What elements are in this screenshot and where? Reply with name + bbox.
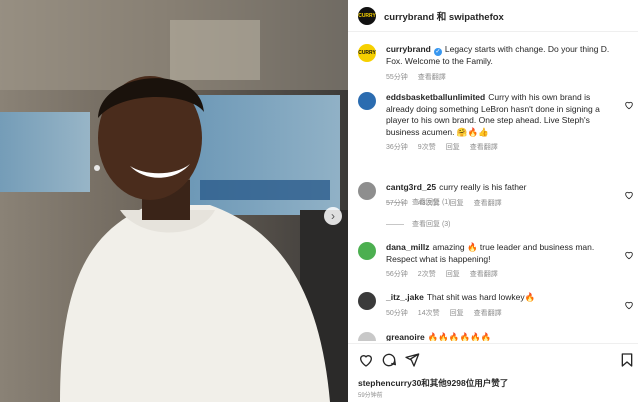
bookmark-icon[interactable] bbox=[619, 352, 635, 368]
reply-button[interactable]: 回复 bbox=[446, 271, 460, 278]
reply-button[interactable]: 回复 bbox=[450, 310, 464, 317]
comment-time: 50分钟 bbox=[386, 309, 408, 317]
translate-link[interactable]: 查看翻譯 bbox=[474, 200, 502, 207]
avatar[interactable]: CURRY bbox=[358, 44, 376, 62]
reply-divider bbox=[386, 223, 404, 225]
avatar[interactable] bbox=[358, 292, 376, 310]
photo-illustration bbox=[0, 0, 348, 402]
chevron-right-icon: › bbox=[331, 209, 335, 223]
comment-time: 56分钟 bbox=[386, 271, 408, 278]
heart-icon[interactable] bbox=[624, 300, 634, 310]
translate-link[interactable]: 查看翻譯 bbox=[470, 271, 498, 278]
next-photo-button[interactable]: › bbox=[324, 207, 342, 225]
comment-username[interactable]: currybrand bbox=[386, 44, 431, 54]
comment-time: 36分钟 bbox=[386, 144, 408, 151]
comment-likes[interactable]: 14次赞 bbox=[418, 310, 440, 317]
comment-username[interactable]: _itz_.jake bbox=[386, 292, 424, 302]
reply-button[interactable]: 回复 bbox=[446, 144, 460, 151]
comment-likes[interactable]: 43次赞 bbox=[418, 200, 440, 207]
translate-link[interactable]: 查看翻譯 bbox=[470, 144, 498, 151]
reply-button[interactable]: 回复 bbox=[450, 200, 464, 207]
heart-icon[interactable] bbox=[624, 190, 634, 200]
post-panel: CURRY currybrand 和 swipathefox CURRY cur… bbox=[348, 0, 638, 402]
avatar[interactable] bbox=[358, 92, 376, 110]
comment-icon[interactable] bbox=[381, 352, 397, 368]
comment-username[interactable]: eddsbasketballunlimited bbox=[386, 92, 485, 102]
heart-icon[interactable] bbox=[624, 100, 634, 110]
verified-badge-icon: ✓ bbox=[433, 48, 442, 56]
comment-text: 🔥🔥🔥🔥🔥🔥 bbox=[427, 332, 492, 341]
comment-username[interactable]: cantg3rd_25 bbox=[386, 182, 436, 192]
post-photo: › bbox=[0, 0, 348, 402]
translate-link[interactable]: 查看翻譯 bbox=[418, 74, 446, 81]
avatar[interactable] bbox=[358, 242, 376, 260]
avatar[interactable] bbox=[358, 332, 376, 341]
heart-icon[interactable] bbox=[624, 250, 634, 260]
comment-username[interactable]: dana_millz bbox=[386, 242, 429, 252]
translate-link[interactable]: 查看翻譯 bbox=[474, 310, 502, 317]
comment-likes[interactable]: 9次赞 bbox=[418, 144, 436, 151]
heart-icon[interactable] bbox=[358, 352, 374, 368]
post-time: 59分钟前 bbox=[358, 393, 383, 399]
likes-summary[interactable]: stephencurry30和其他9298位用户赞了 bbox=[358, 377, 508, 389]
comment-time: 57分钟 bbox=[386, 199, 408, 207]
comment-text: curry really is his father bbox=[439, 182, 527, 192]
avatar[interactable]: CURRY bbox=[358, 6, 376, 25]
comment-text: That shit was hard lowkey🔥 bbox=[426, 292, 536, 302]
post-header: CURRY currybrand 和 swipathefox bbox=[348, 0, 638, 32]
comment-likes[interactable]: 2次赞 bbox=[418, 271, 436, 278]
comment-time: 55分钟 bbox=[386, 73, 408, 81]
post-author-title[interactable]: currybrand 和 swipathefox bbox=[384, 9, 504, 23]
comment-username[interactable]: greanoire bbox=[386, 332, 425, 341]
action-bar bbox=[348, 343, 638, 377]
comment-list[interactable]: CURRY currybrand ✓ Legacy starts with chan… bbox=[348, 36, 638, 341]
avatar[interactable] bbox=[358, 182, 376, 200]
share-icon[interactable] bbox=[404, 352, 420, 368]
view-replies-link[interactable]: 查看回复 (3) bbox=[386, 219, 451, 229]
